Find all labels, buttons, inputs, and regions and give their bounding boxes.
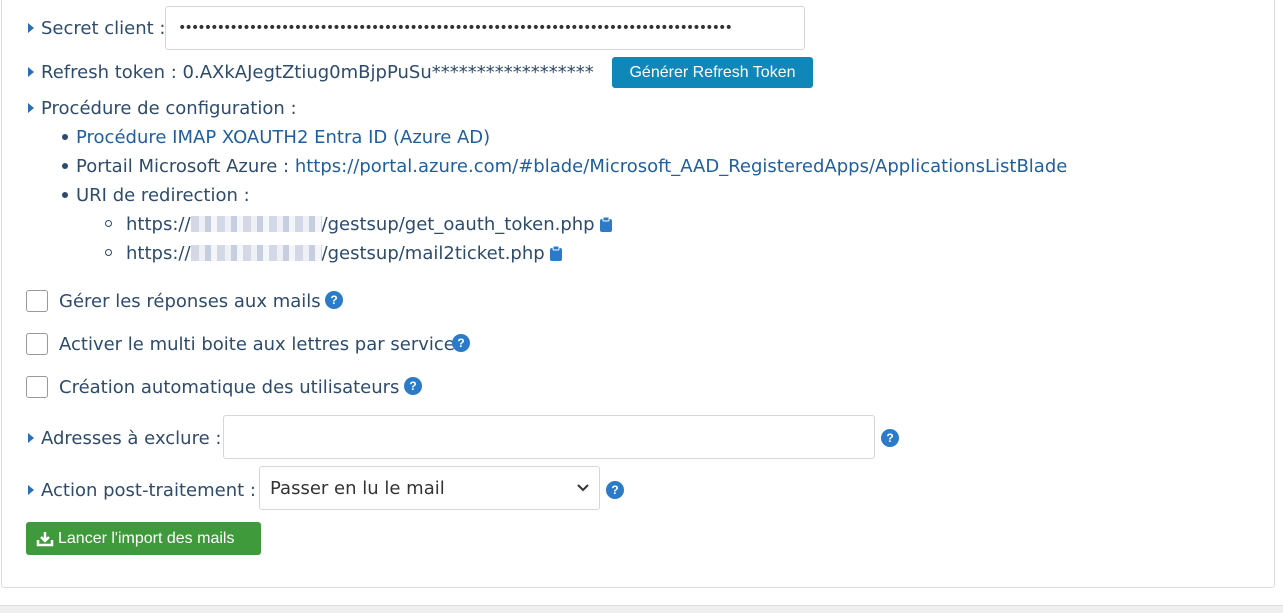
help-icon[interactable]: ? — [606, 481, 624, 499]
caret-icon — [28, 433, 34, 443]
client-secret-value: ••••••••••••••••••••••••••••••••••••••••… — [178, 20, 733, 36]
refresh-token-row: Refresh token : 0.AXkAJegtZtiug0mBjpPuSu… — [28, 60, 594, 84]
post-action-label: Action post-traitement : — [41, 479, 256, 501]
bullet-icon — [62, 192, 68, 198]
redirect-uri-2: https:// /gestsup/mail2ticket.php — [126, 241, 563, 265]
help-icon[interactable]: ? — [881, 429, 899, 447]
help-icon[interactable]: ? — [404, 377, 422, 395]
manage-replies-label: Gérer les réponses aux mails — [59, 290, 321, 312]
azure-portal-link[interactable]: https://portal.azure.com/#blade/Microsof… — [295, 156, 1068, 177]
procedure-item[interactable]: Procédure IMAP XOAUTH2 Entra ID (Azure A… — [76, 125, 490, 149]
redirect-uri-1-prefix: https:// — [126, 213, 191, 235]
exclude-addresses-input[interactable] — [223, 415, 875, 459]
bullet-icon — [62, 163, 68, 169]
clipboard-icon[interactable] — [599, 216, 613, 233]
bullet-icon — [62, 134, 68, 140]
client-secret-row: Secret client : — [28, 16, 165, 40]
caret-icon — [28, 485, 34, 495]
clipboard-icon[interactable] — [549, 245, 563, 262]
circle-bullet-icon — [105, 249, 112, 256]
multi-mailbox-checkbox[interactable] — [26, 333, 48, 355]
client-secret-label: Secret client : — [41, 17, 166, 39]
caret-icon — [28, 103, 34, 113]
procedure-link[interactable]: Procédure IMAP XOAUTH2 Entra ID (Azure A… — [76, 127, 490, 148]
auto-create-users-row: Création automatique des utilisateurs — [59, 375, 399, 399]
generate-refresh-token-label: Générer Refresh Token — [629, 63, 796, 81]
generate-refresh-token-button[interactable]: Générer Refresh Token — [612, 57, 813, 88]
redirect-uri-label: URI de redirection : — [76, 184, 250, 206]
redacted-host — [190, 245, 322, 261]
redirect-uri-2-suffix: /gestsup/mail2ticket.php — [321, 242, 545, 264]
launch-import-button[interactable]: Lancer l'import des mails — [26, 522, 261, 555]
azure-portal-item: Portail Microsoft Azure : https://portal… — [76, 154, 1067, 178]
manage-replies-checkbox[interactable] — [26, 290, 48, 312]
procedure-label: Procédure de configuration : — [41, 97, 297, 119]
launch-import-label: Lancer l'import des mails — [58, 529, 235, 547]
help-icon[interactable]: ? — [452, 334, 470, 352]
circle-bullet-icon — [105, 220, 112, 227]
redirect-uri-item: URI de redirection : — [76, 183, 250, 207]
manage-replies-row: Gérer les réponses aux mails — [59, 289, 321, 313]
procedure-row: Procédure de configuration : — [28, 96, 297, 120]
redirect-uri-2-prefix: https:// — [126, 242, 191, 264]
client-secret-input[interactable]: ••••••••••••••••••••••••••••••••••••••••… — [165, 6, 805, 50]
azure-portal-prefix: Portail Microsoft Azure : — [76, 155, 295, 177]
caret-icon — [28, 23, 34, 33]
exclude-label: Adresses à exclure : — [41, 427, 222, 449]
multi-mailbox-row: Activer le multi boite aux lettres par s… — [59, 332, 455, 356]
chevron-down-icon — [577, 484, 589, 492]
multi-mailbox-label: Activer le multi boite aux lettres par s… — [59, 333, 455, 355]
auto-create-users-checkbox[interactable] — [26, 376, 48, 398]
caret-icon — [28, 67, 34, 77]
exclude-row: Adresses à exclure : — [28, 426, 221, 450]
redirect-uri-1-suffix: /gestsup/get_oauth_token.php — [321, 213, 595, 235]
auto-create-users-label: Création automatique des utilisateurs — [59, 376, 400, 398]
download-icon — [36, 531, 54, 546]
post-action-select[interactable]: Passer en lu le mail — [259, 466, 600, 510]
help-icon[interactable]: ? — [325, 291, 343, 309]
post-action-row: Action post-traitement : — [28, 478, 256, 502]
redacted-host — [190, 216, 322, 232]
redirect-uri-1: https:// /gestsup/get_oauth_token.php — [126, 212, 613, 236]
refresh-token-label: Refresh token : 0.AXkAJegtZtiug0mBjpPuSu… — [41, 61, 594, 83]
post-action-selected: Passer en lu le mail — [270, 477, 445, 499]
